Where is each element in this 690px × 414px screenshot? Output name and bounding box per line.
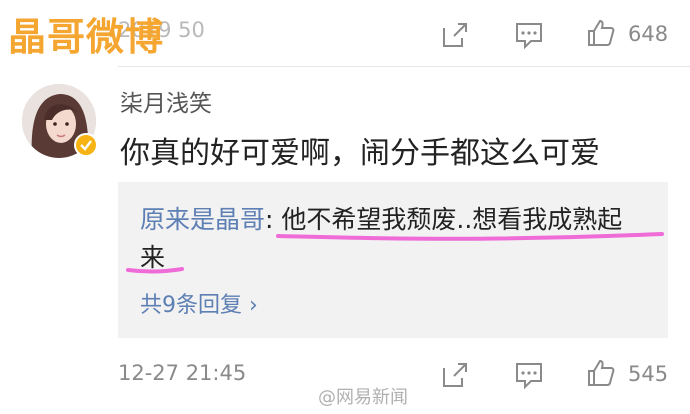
share-icon[interactable]: [440, 360, 470, 390]
like-icon[interactable]: [586, 358, 616, 388]
brand-watermark: 晶哥微博: [8, 15, 165, 59]
comment-username[interactable]: 柒月浅笑: [120, 84, 212, 118]
previous-like-count: 648: [628, 22, 669, 46]
comment-text: 你真的好可爱啊，闹分手都这么可爱: [120, 136, 600, 171]
comment-icon[interactable]: [514, 20, 544, 50]
verified-badge-icon: [74, 133, 98, 157]
highlight-underline-short: [126, 267, 184, 274]
divider: [118, 66, 690, 67]
view-more-replies-link[interactable]: 共9条回复 ›: [140, 287, 258, 319]
share-icon[interactable]: [440, 20, 470, 50]
comment-time: 12-27 21:45: [118, 361, 247, 385]
footer-watermark: @网易新闻: [318, 387, 408, 408]
comment-icon[interactable]: [514, 360, 544, 390]
reply-author-link[interactable]: 原来是晶哥: [140, 205, 265, 234]
highlight-underline: [276, 232, 664, 241]
like-count: 545: [628, 362, 669, 386]
like-icon[interactable]: [586, 18, 616, 48]
